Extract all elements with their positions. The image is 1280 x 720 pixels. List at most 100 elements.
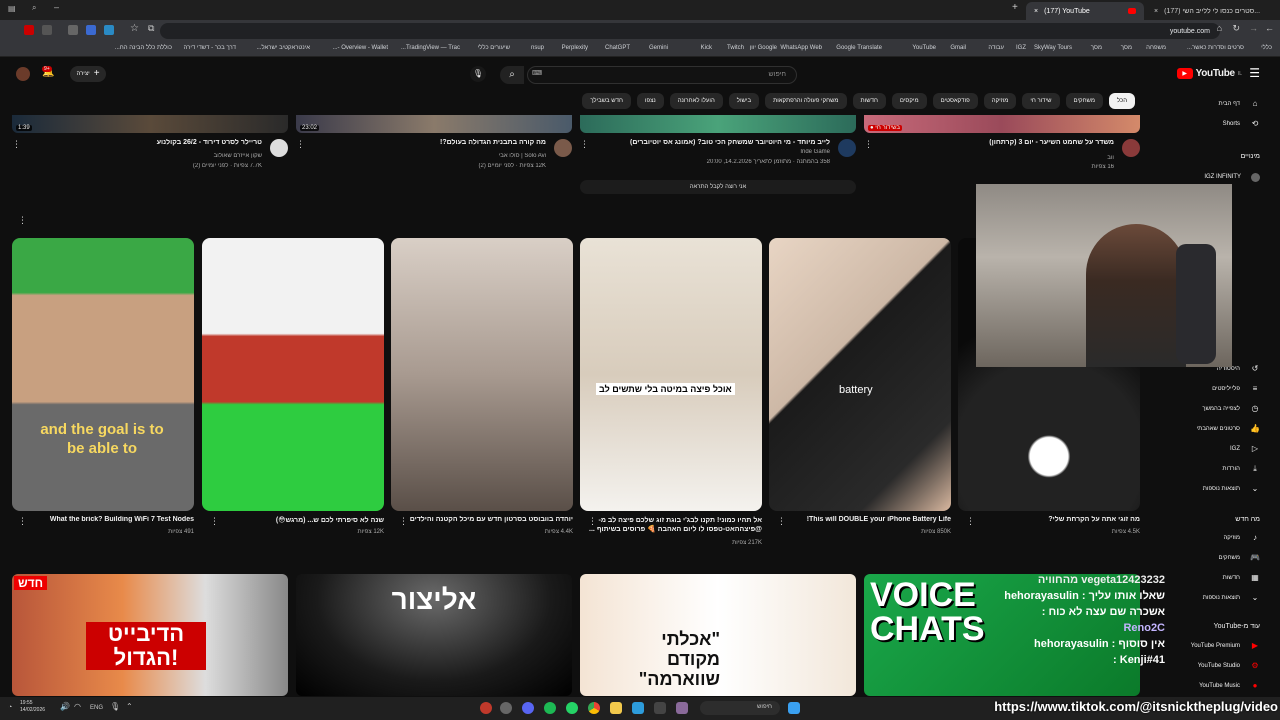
video-title[interactable]: מה קורה בתבנית הגדולה בעולם?! <box>306 139 546 146</box>
avatar[interactable] <box>270 139 288 157</box>
extension-icon[interactable] <box>68 25 78 35</box>
video-title[interactable]: לייב מיוחד - מי היוטיובר שמשחק הכי טוב? … <box>590 139 830 146</box>
clock[interactable]: 19:55 14/02/2026 <box>20 700 45 714</box>
youtube-logo[interactable]: ▶ YouTube IL <box>1176 68 1242 79</box>
short-title[interactable]: שנה לא סיפרתי לכם ש... (מרגש😳) <box>202 516 384 524</box>
sidebar-item-playlists[interactable]: ≡ פלייליסטים <box>1212 383 1260 395</box>
more-icon[interactable]: ⋮ <box>210 516 219 527</box>
bookmark[interactable]: סרטים וסדרות כאשר... <box>1187 45 1244 51</box>
more-icon[interactable]: ⋮ <box>296 139 305 150</box>
bookmark[interactable]: Google יוון <box>750 45 777 51</box>
short-title[interactable]: What the brick? Building WiFi 7 Test Nod… <box>12 516 194 523</box>
language-indicator[interactable]: ENG <box>90 705 103 711</box>
video-card[interactable]: 23:02 מה קורה בתבנית הגדולה בעולם?! Solo… <box>296 115 572 175</box>
chip[interactable]: שידור חי <box>1022 93 1060 109</box>
windows-start-icon[interactable] <box>788 702 800 714</box>
search-input[interactable]: חיפוש <box>527 66 797 84</box>
new-tab-icon[interactable]: + <box>1012 3 1018 13</box>
video-card[interactable]: לייב מיוחד - מי היוטיובר שמשחק הכי טוב? … <box>580 115 856 175</box>
minimize-icon[interactable]: – <box>54 3 59 12</box>
more-icon[interactable]: ⋮ <box>399 516 408 527</box>
chip-all[interactable]: הכל <box>1108 93 1135 109</box>
bookmark[interactable]: מסך <box>1091 45 1102 51</box>
short-title[interactable]: יוהדה בוובוסט בסרטון חדש עם מיכל הקטנה ו… <box>391 516 573 523</box>
bookmark[interactable]: nsup <box>531 45 544 51</box>
video-title[interactable]: משדר על שחמט השיער - יום 3 (קרתחון) <box>874 139 1114 146</box>
chip[interactable]: חדשות <box>852 93 886 109</box>
avatar[interactable] <box>554 139 572 157</box>
avatar[interactable] <box>16 67 30 81</box>
bookmark[interactable]: משפחה <box>1146 45 1166 51</box>
chrome-icon[interactable] <box>588 702 600 714</box>
spotify-icon[interactable] <box>544 702 556 714</box>
chip[interactable]: הועלו לאחרונה <box>669 93 723 109</box>
bookmark[interactable]: Perplexity <box>562 45 588 51</box>
forward-icon[interactable]: → <box>1249 24 1258 33</box>
sidebar-item-premium[interactable]: ▶ YouTube Premium <box>1191 640 1260 652</box>
chevron-up-icon[interactable]: ⌃ <box>126 703 133 711</box>
file-explorer-icon[interactable] <box>610 702 622 714</box>
more-icon[interactable]: ⋮ <box>18 516 27 527</box>
sidebar-item-downloads[interactable]: ⤓ הורדות <box>1222 463 1260 475</box>
more-icon[interactable]: ⋮ <box>588 516 597 527</box>
sidebar-item-shorts[interactable]: ⟲ Shorts <box>1223 118 1260 130</box>
notify-button[interactable]: אני רוצה לקבל התראה <box>580 180 856 194</box>
bookmark[interactable]: דרך בכר - דשדי דירה <box>184 45 236 51</box>
bookmark[interactable]: Gemini <box>649 45 668 51</box>
video-thumbnail[interactable]: "אכלתי מקודם שווארמה" <box>580 574 856 696</box>
bookmark[interactable]: מסך <box>1121 45 1132 51</box>
sidebar-item-music[interactable]: ♪ מוזיקה <box>1223 532 1260 544</box>
tab-search-icon[interactable]: ⌕ <box>32 4 36 12</box>
bookmark[interactable]: Overview - Wallet -... <box>333 45 388 51</box>
short-title[interactable]: אל תהיו כמוני! תקנו לבג'י בוגת זוג שלכם … <box>580 516 762 534</box>
chip[interactable]: נצפו <box>636 93 664 109</box>
short-thumbnail[interactable]: and the goal is to be able to <box>12 238 194 511</box>
more-icon[interactable]: ⋮ <box>12 139 21 150</box>
bookmark[interactable]: SkyWay Tours <box>1034 45 1072 51</box>
chip[interactable]: משחקים <box>1065 93 1103 109</box>
short-thumbnail[interactable]: אוכל פיצה במיטה בלי שתשים לב <box>580 238 762 511</box>
sidebar-item-more[interactable]: ⌄ תוצאות נוספות <box>1203 483 1260 495</box>
home-icon[interactable]: ⌂ <box>1217 24 1222 33</box>
notification-center-icon[interactable]: ◔ <box>8 704 12 711</box>
extension-icon[interactable] <box>86 25 96 35</box>
mic-icon[interactable]: 🎙 <box>110 703 120 711</box>
bookmark[interactable]: כוללת כלל הבינה הח... <box>115 45 172 51</box>
taskbar-search[interactable]: חיפוש <box>700 701 780 715</box>
bookmark[interactable]: Gmail <box>950 45 966 51</box>
chip[interactable]: בישול <box>728 93 760 109</box>
extension-icon[interactable] <box>24 25 34 35</box>
keyboard-icon[interactable]: ⌨ <box>532 70 542 77</box>
window-menu-icon[interactable]: ▤ <box>8 5 16 13</box>
channel-name[interactable]: Solo Avi | סולו אבי <box>306 153 546 159</box>
sidebar-item-home[interactable]: ⌂ דף הבית <box>1218 98 1260 110</box>
github-icon[interactable] <box>500 702 512 714</box>
short-thumbnail[interactable]: battery <box>769 238 951 511</box>
menu-icon[interactable]: ☰ <box>1249 67 1260 79</box>
video-title[interactable]: טריילר לסרט דירוד - 26/2 בקולנוע <box>22 139 262 146</box>
more-icon[interactable]: ⋮ <box>864 139 873 150</box>
search-icon[interactable]: ⌕ <box>500 66 524 84</box>
bookmark[interactable]: WhatsApp Web <box>780 45 822 51</box>
short-thumbnail[interactable] <box>391 238 573 511</box>
channel-name[interactable]: שקון אייזרם שאולוב <box>22 153 262 159</box>
widget-icon[interactable] <box>676 702 688 714</box>
close-icon[interactable]: × <box>1034 8 1038 15</box>
sidebar-item-watch-later[interactable]: ◷ לצפייה בהמשך <box>1202 403 1260 415</box>
avatar[interactable] <box>1122 139 1140 157</box>
short-title[interactable]: This will DOUBLE your iPhone Battery Lif… <box>769 516 951 523</box>
sidebar-item-igz[interactable]: ▷ IGZ <box>1230 443 1260 455</box>
video-thumbnail[interactable]: 23:02 <box>296 115 572 133</box>
video-thumbnail[interactable]: חדש הדיבייט הגדול! <box>12 574 288 696</box>
mic-icon[interactable]: 🎙 <box>470 66 486 82</box>
store-icon[interactable] <box>632 702 644 714</box>
close-icon[interactable]: × <box>1154 8 1158 15</box>
bookmark[interactable]: עבודה <box>988 45 1004 51</box>
bookmark[interactable]: כללי <box>1261 45 1272 51</box>
avatar[interactable] <box>838 139 856 157</box>
wifi-icon[interactable]: ◠ <box>74 703 81 711</box>
bookmark[interactable]: שיעורים כללי <box>478 45 510 51</box>
sidebar-item-liked[interactable]: 👍 סרטונים שאהבתי <box>1197 423 1260 435</box>
chip[interactable]: משחקי פעולה והרפתקאות <box>765 93 847 109</box>
discord-icon[interactable] <box>522 702 534 714</box>
